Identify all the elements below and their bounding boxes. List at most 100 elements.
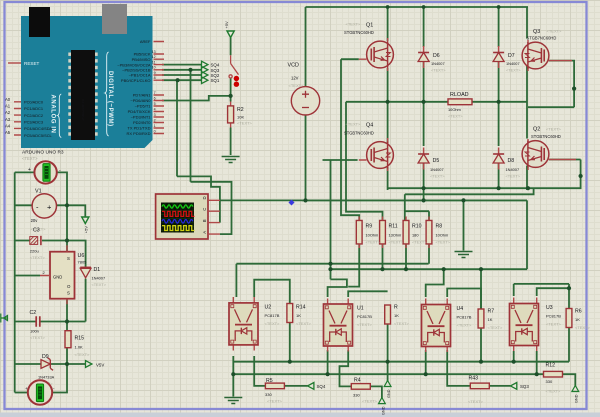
svg-text:TX PD1/TXD: TX PD1/TXD — [127, 126, 150, 131]
svg-text:6: 6 — [154, 96, 156, 100]
svg-text:<TEXT>: <TEXT> — [346, 22, 362, 27]
svg-text:12: 12 — [152, 55, 156, 59]
svg-text:<TEXT>: <TEXT> — [362, 399, 378, 404]
svg-text:D9: D9 — [42, 354, 49, 360]
svg-text:7805: 7805 — [78, 260, 88, 265]
svg-text:R5: R5 — [266, 378, 273, 384]
svg-text:13: 13 — [152, 50, 156, 54]
svg-text:<TEXT>: <TEXT> — [468, 399, 484, 404]
svg-text:<TEXT>: <TEXT> — [431, 68, 446, 73]
svg-text:SQ1: SQ1 — [211, 78, 220, 83]
svg-text:10K: 10K — [237, 115, 244, 120]
svg-text:9: 9 — [154, 71, 156, 75]
svg-text:V5V: V5V — [96, 363, 104, 368]
svg-text:PC817B: PC817B — [265, 313, 280, 318]
svg-text:5: 5 — [154, 102, 156, 106]
svg-text:330: 330 — [265, 392, 272, 397]
svg-text:PC817B: PC817B — [457, 315, 472, 320]
svg-text:1K: 1K — [575, 317, 580, 322]
svg-text:RLOAD: RLOAD — [450, 92, 469, 98]
svg-text:R11: R11 — [389, 224, 398, 230]
svg-text:<TEXT>: <TEXT> — [75, 352, 91, 357]
svg-text:<TEXT>: <TEXT> — [394, 321, 410, 326]
svg-text:1K: 1K — [296, 313, 301, 318]
svg-text:VCD: VCD — [288, 63, 299, 69]
svg-text:Q1: Q1 — [366, 23, 373, 29]
svg-text:SQ3: SQ3 — [520, 384, 529, 389]
svg-text:STGB7NC60HD: STGB7NC60HD — [344, 30, 374, 35]
svg-text:330: 330 — [546, 379, 553, 384]
svg-text:DIGITAL (~PWM): DIGITAL (~PWM) — [107, 71, 113, 127]
svg-text:PB4/MISO: PB4/MISO — [132, 57, 151, 62]
svg-text:12V: 12V — [291, 76, 299, 81]
svg-text:+5V: +5V — [224, 21, 229, 29]
svg-text:<TEXT>: <TEXT> — [506, 174, 521, 179]
svg-text:R2: R2 — [237, 107, 244, 113]
svg-text:<TEXT>: <TEXT> — [412, 240, 427, 245]
svg-text:U6: U6 — [78, 253, 85, 259]
svg-text:C: C — [202, 208, 207, 211]
svg-text:U3: U3 — [546, 305, 553, 311]
svg-text:1N4007: 1N4007 — [506, 61, 520, 66]
svg-text:C3: C3 — [33, 228, 40, 234]
svg-text:220u: 220u — [30, 249, 39, 254]
svg-text:3: 3 — [154, 113, 156, 117]
svg-text:<TEXT>: <TEXT> — [506, 68, 521, 73]
svg-text:PC5/ADC5/SCL: PC5/ADC5/SCL — [24, 133, 53, 138]
svg-text:A0: A0 — [5, 97, 11, 102]
svg-text:<TEXT>: <TEXT> — [430, 174, 445, 179]
svg-text:A2: A2 — [5, 110, 11, 115]
svg-text:D1: D1 — [94, 267, 101, 273]
svg-text:2: 2 — [154, 118, 156, 122]
svg-text:ATMEGA328P-PU: ATMEGA328P-PU — [81, 99, 85, 120]
svg-text:R10: R10 — [412, 224, 422, 230]
svg-text:C2: C2 — [30, 310, 37, 316]
svg-text:<TEXT>: <TEXT> — [546, 389, 562, 394]
svg-text:PC0/ADC0: PC0/ADC0 — [24, 100, 44, 105]
svg-text:PD2/INT0: PD2/INT0 — [133, 120, 151, 125]
svg-text:<TEXT>: <TEXT> — [296, 321, 312, 326]
svg-text:RX PD0/RXD: RX PD0/RXD — [126, 131, 150, 136]
svg-text:+5V: +5V — [84, 226, 89, 234]
svg-text:~PD6/AIN0: ~PD6/AIN0 — [130, 98, 151, 103]
svg-text:~PD5/T1: ~PD5/T1 — [135, 104, 152, 109]
svg-text:1N4007: 1N4007 — [430, 167, 444, 172]
svg-text:R43: R43 — [469, 376, 479, 382]
svg-text:1N4733A: 1N4733A — [38, 375, 55, 380]
svg-text:Q2: Q2 — [533, 127, 540, 133]
svg-text:<TEXT>: <TEXT> — [547, 29, 563, 34]
svg-text:<TEXT>: <TEXT> — [30, 255, 46, 260]
svg-text:R14: R14 — [296, 305, 306, 311]
svg-text:<TEXT>: <TEXT> — [436, 240, 451, 245]
svg-text:<TEXT>: <TEXT> — [30, 335, 46, 340]
svg-text:R6: R6 — [575, 309, 582, 315]
svg-text:330: 330 — [353, 393, 360, 398]
svg-text:<TEXT>: <TEXT> — [448, 114, 463, 119]
svg-text:<TEXT>: <TEXT> — [267, 399, 283, 404]
svg-text:<TEXT>: <TEXT> — [92, 282, 107, 287]
svg-text:S: S — [67, 291, 70, 296]
svg-text:A5: A5 — [5, 130, 11, 135]
svg-text:R: R — [394, 305, 398, 311]
svg-text:R15: R15 — [75, 336, 85, 342]
svg-text:PB0/ICP1/CLKO: PB0/ICP1/CLKO — [121, 78, 151, 83]
svg-text:<TEXT>: <TEXT> — [389, 240, 404, 245]
svg-text:U1: U1 — [357, 306, 364, 312]
svg-text:PC4/ADC4/SDA: PC4/ADC4/SDA — [24, 126, 53, 131]
svg-text:PC3/ADC3: PC3/ADC3 — [24, 120, 43, 125]
svg-text:11: 11 — [152, 60, 156, 64]
svg-text:<TEXT>: <TEXT> — [457, 323, 473, 328]
svg-text:1K: 1K — [488, 317, 493, 322]
svg-text:STGB7NC60HD: STGB7NC60HD — [344, 131, 374, 136]
svg-text:STGB7NC60HD: STGB7NC60HD — [527, 36, 557, 41]
svg-text:100n: 100n — [30, 329, 39, 334]
svg-text:1: 1 — [154, 124, 156, 128]
svg-text:SQ4: SQ4 — [317, 384, 326, 389]
svg-text:D8: D8 — [508, 158, 515, 164]
svg-text:4: 4 — [154, 107, 156, 111]
svg-text:R8: R8 — [436, 224, 443, 230]
svg-text:+: + — [28, 167, 31, 173]
svg-text:1N4007: 1N4007 — [431, 61, 445, 66]
svg-text:7: 7 — [154, 91, 156, 95]
svg-text:RESET: RESET — [24, 61, 40, 66]
